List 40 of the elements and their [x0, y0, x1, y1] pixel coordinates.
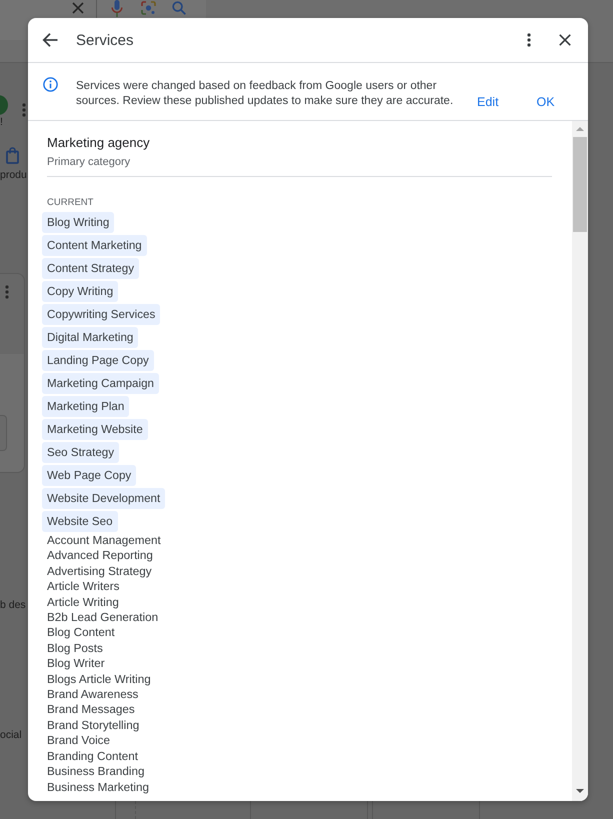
category-label: Primary category	[47, 155, 130, 170]
service-item: Business Branding	[47, 764, 144, 780]
cut-off-label: b des	[0, 599, 26, 611]
service-chip: Seo Strategy	[42, 442, 120, 463]
service-chip: Landing Page Copy	[42, 350, 154, 371]
service-chip: Marketing Campaign	[42, 373, 159, 394]
service-chip: Content Strategy	[42, 258, 140, 279]
service-item: Brand Voice	[47, 733, 110, 749]
service-item: Branding Content	[47, 748, 138, 764]
service-item: Account Management	[47, 533, 161, 548]
dialog-title: Services	[76, 32, 134, 48]
service-item: Article Writing	[47, 594, 119, 610]
section-heading: CURRENT	[47, 197, 94, 209]
service-item: Brand Storytelling	[47, 718, 140, 734]
service-item: Blogs Article Writing	[47, 672, 151, 688]
service-item: Brand Messages	[47, 702, 135, 718]
service-chip: Marketing Website	[42, 419, 148, 440]
notice-message: Services were changed based on feedback from Google users or other sources. Review these published updates to make sure they are accurate.	[76, 79, 454, 109]
service-chip: Digital Marketing	[42, 327, 138, 348]
service-item: Blog Content	[47, 625, 115, 641]
service-item: B2b Lead Generation	[47, 610, 158, 626]
cut-off-label: ocial	[0, 729, 22, 741]
service-item: Brand Awareness	[47, 687, 138, 702]
service-chip: Blog Writing	[42, 212, 114, 233]
service-chip: Web Page Copy	[42, 465, 136, 486]
service-item: Advanced Reporting	[47, 548, 153, 564]
service-chip: Copy Writing	[42, 281, 118, 302]
service-chip: Website Seo	[42, 511, 118, 532]
service-chip: Marketing Plan	[42, 396, 130, 417]
service-item: Blog Writer	[47, 656, 105, 672]
category-name: Marketing agency	[47, 135, 150, 151]
cut-off-label: produ	[0, 169, 27, 181]
service-item: Advertising Strategy	[47, 564, 152, 580]
service-item: Blog Posts	[47, 640, 103, 656]
service-chip: Content Marketing	[42, 235, 147, 256]
service-item: Article Writers	[47, 579, 120, 595]
cut-off-label: !	[0, 116, 3, 128]
service-item: Business Marketing	[47, 780, 149, 795]
service-chip: Website Development	[42, 488, 166, 509]
service-chip: Copywriting Services	[42, 304, 160, 325]
